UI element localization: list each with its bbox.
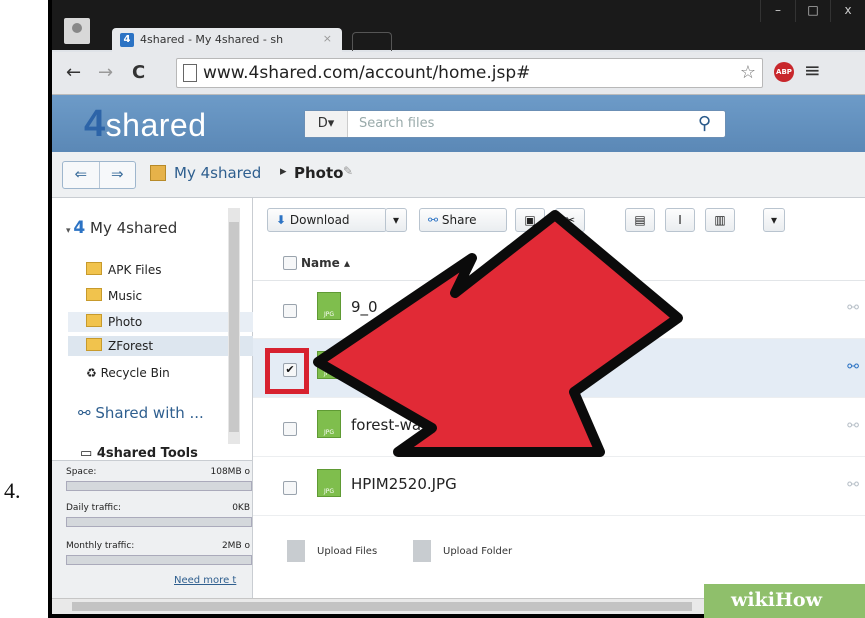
close-window-button[interactable]: x <box>830 0 865 22</box>
url-text: www.4shared.com/account/home.jsp# <box>203 63 531 83</box>
copy-icon[interactable]: ▤ <box>625 208 655 232</box>
jpg-file-icon <box>317 469 341 497</box>
file-name[interactable]: HPIM2520.JPG <box>351 475 457 493</box>
link-icon[interactable]: ⚯ <box>847 418 859 434</box>
tab-favicon-icon: 4 <box>120 33 134 47</box>
jpg-file-icon <box>317 410 341 438</box>
profile-icon[interactable] <box>64 18 90 44</box>
screenshot: 4 4shared - My 4shared - sh × – □ x ← → … <box>48 0 865 618</box>
edit-pencil-icon[interactable]: ✎ <box>343 164 353 178</box>
history-buttons: ⇐ ⇒ <box>62 161 136 189</box>
table-row[interactable]: forest-wallpaper.jp ⚯ <box>253 398 865 457</box>
need-more-link[interactable]: Need more t <box>174 575 236 586</box>
jpg-file-icon <box>317 292 341 320</box>
file-panel: ⬇ Download ▾ ⚯ Share ▣ ✂ ▤ Ⅰ ▥ ▾ Name ▴ … <box>253 198 865 598</box>
stat-space-bar <box>66 481 252 491</box>
new-tab-button[interactable] <box>352 32 392 51</box>
stat-monthly: Monthly traffic: 2MB o <box>66 541 250 551</box>
share-button[interactable]: ⚯ Share <box>419 208 507 232</box>
share-icon: ⚯ <box>428 213 439 227</box>
download-button[interactable]: ⬇ Download <box>267 208 387 232</box>
sidebar-root[interactable]: ▾ 4 My 4shared <box>66 218 177 238</box>
folder-tree-icon <box>150 165 166 181</box>
forward-arrow-icon[interactable]: ⇒ <box>100 162 136 188</box>
checkbox-highlight-box <box>265 348 309 394</box>
search-type-dropdown[interactable]: D▾ <box>305 111 348 137</box>
search-icon[interactable]: ⚲ <box>698 113 711 134</box>
name-column-header[interactable]: Name ▴ <box>301 256 350 270</box>
file-name[interactable]: 9_0 <box>351 298 378 316</box>
search-input[interactable]: Search files <box>359 116 434 131</box>
adblock-icon[interactable]: ABP <box>774 62 794 82</box>
stat-monthly-bar <box>66 555 252 565</box>
forward-icon[interactable]: → <box>98 62 113 83</box>
sidebar-item-tools[interactable]: ▭ 4shared Tools <box>80 446 198 461</box>
row-checkbox[interactable] <box>283 422 297 436</box>
jpg-file-icon <box>317 351 341 379</box>
browser-window: 4 4shared - My 4shared - sh × – □ x ← → … <box>52 0 865 614</box>
search-box: D▾ Search files ⚲ <box>304 110 726 138</box>
page-icon <box>183 64 197 82</box>
select-all-checkbox[interactable] <box>283 256 297 270</box>
window-controls: – □ x <box>760 0 865 22</box>
upload-files-button[interactable]: Upload Files <box>287 540 377 562</box>
tab-title: 4shared - My 4shared - sh <box>140 33 284 46</box>
address-bar[interactable]: www.4shared.com/account/home.jsp# ☆ <box>176 58 763 88</box>
stat-space: Space: 108MB o <box>66 467 250 477</box>
navigation-bar: ← → C www.4shared.com/account/home.jsp# … <box>52 52 865 95</box>
delete-icon[interactable]: ▥ <box>705 208 735 232</box>
menu-icon[interactable]: ≡ <box>804 58 821 82</box>
sidebar-item-recycle-bin[interactable]: ♻ Recycle Bin <box>86 366 170 380</box>
link-icon[interactable]: ⚯ <box>847 359 859 375</box>
file-list-header: Name ▴ <box>253 244 865 281</box>
step-number: 4. <box>4 478 21 503</box>
minimize-button[interactable]: – <box>760 0 795 22</box>
sidebar-item-shared[interactable]: ⚯ Shared with ... <box>78 404 204 422</box>
site-header: 4shared D▾ Search files ⚲ <box>52 95 865 152</box>
table-row[interactable]: HPIM2520.JPG ⚯ <box>253 457 865 516</box>
breadcrumb-current: Photo <box>294 164 344 182</box>
browser-tab[interactable]: 4 4shared - My 4shared - sh × <box>112 28 342 52</box>
more-dropdown[interactable]: ▾ <box>763 208 785 232</box>
reload-icon[interactable]: C <box>132 62 145 83</box>
rename-icon[interactable]: Ⅰ <box>665 208 695 232</box>
maximize-button[interactable]: □ <box>795 0 830 22</box>
sidebar-scrollbar[interactable] <box>228 208 240 444</box>
stat-daily-bar <box>66 517 252 527</box>
link-icon[interactable]: ⚯ <box>847 477 859 493</box>
sidebar: ▾ 4 My 4shared APK Files Music Photo ZFo… <box>52 198 266 601</box>
file-toolbar: ⬇ Download ▾ ⚯ Share ▣ ✂ ▤ Ⅰ ▥ ▾ <box>253 198 865 244</box>
usage-stats: Space: 108MB o Daily traffic: 0KB Monthly … <box>52 460 252 601</box>
title-bar: 4 4shared - My 4shared - sh × – □ x <box>52 0 865 52</box>
file-name[interactable]: forest-wallpaper.jp <box>351 416 490 434</box>
back-arrow-icon[interactable]: ⇐ <box>63 162 100 188</box>
star-icon[interactable]: ☆ <box>740 62 756 83</box>
link-icon[interactable]: ⚯ <box>847 300 859 316</box>
stat-daily: Daily traffic: 0KB <box>66 503 250 513</box>
move-icon[interactable]: ▣ <box>515 208 545 232</box>
wikihow-watermark: wikiHow <box>704 584 865 618</box>
table-row[interactable]: 9_0 ⚯ <box>253 280 865 339</box>
sidebar-item-apk-files[interactable]: APK Files <box>86 262 161 277</box>
sidebar-item-music[interactable]: Music <box>86 288 142 303</box>
breadcrumb-root[interactable]: My 4shared <box>174 164 261 182</box>
table-row-selected[interactable]: ✔ 2014-01-18 12.41.2...jpg ⚯ <box>253 339 865 398</box>
cut-icon[interactable]: ✂ <box>555 208 585 232</box>
file-name[interactable]: 2014-01-18 12.41.2...jpg <box>351 357 538 375</box>
breadcrumb-bar: ⇐ ⇒ My 4shared ▸ Photo ✎ <box>52 152 865 198</box>
row-checkbox[interactable] <box>283 304 297 318</box>
upload-folder-button[interactable]: Upload Folder <box>413 540 512 562</box>
download-dropdown[interactable]: ▾ <box>385 208 407 232</box>
site-logo[interactable]: 4shared <box>84 103 206 146</box>
breadcrumb-separator: ▸ <box>280 164 287 179</box>
row-checkbox[interactable] <box>283 481 297 495</box>
download-icon: ⬇ <box>276 213 287 227</box>
tab-close-icon[interactable]: × <box>323 32 332 45</box>
back-icon[interactable]: ← <box>66 62 81 83</box>
